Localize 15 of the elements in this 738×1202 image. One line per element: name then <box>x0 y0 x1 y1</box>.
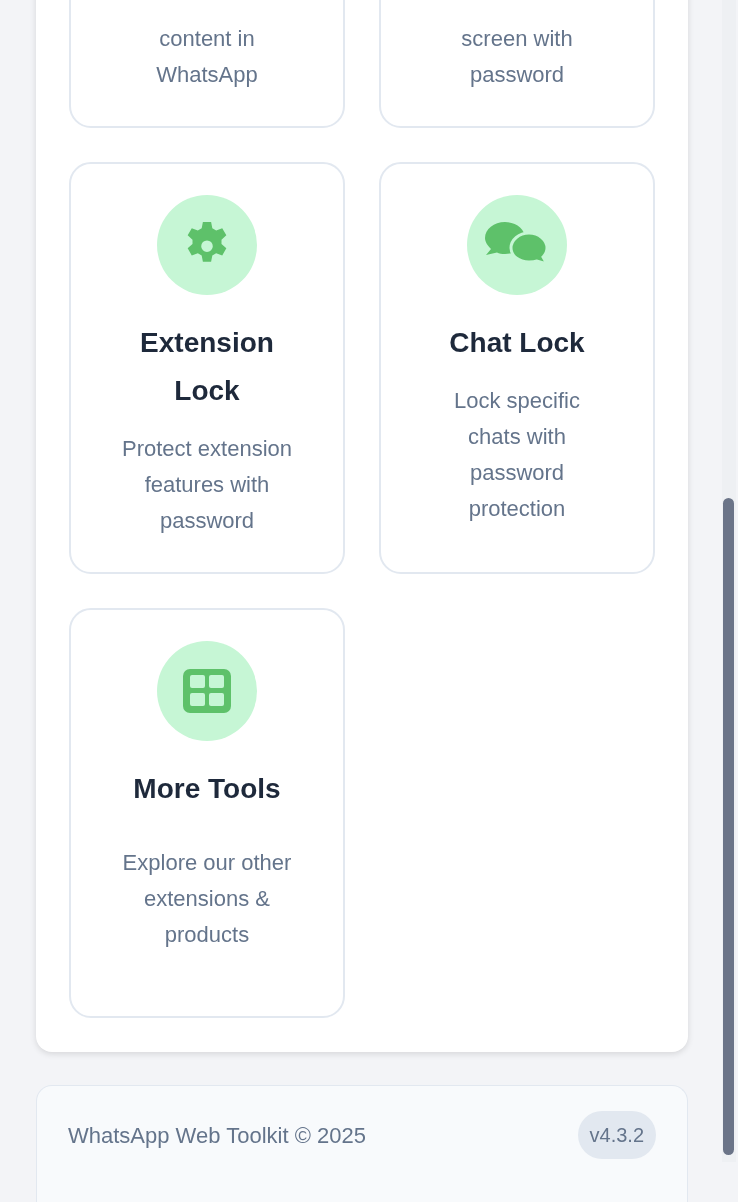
feature-card[interactable]: Extension Lock Protect extension features with password <box>69 162 345 574</box>
card-title: Extension Lock <box>139 326 275 408</box>
feature-card[interactable]: screen with password <box>379 0 655 128</box>
feature-card[interactable]: content in WhatsApp <box>69 0 345 128</box>
card-description: Explore our other extensions & products <box>121 849 293 949</box>
card-title: Chat Lock <box>449 326 585 360</box>
card-description: Protect extension features with password <box>121 435 293 535</box>
feature-card[interactable]: More Tools Explore our other extensions & products <box>69 608 345 1018</box>
card-description: Lock specific chats with password protection <box>453 387 581 523</box>
card-title: More Tools <box>133 772 281 806</box>
card-description: screen with password <box>460 25 574 89</box>
feature-card[interactable]: Chat Lock Lock specific chats with password protection <box>379 162 655 574</box>
version-badge: v4.3.2 <box>577 1111 656 1159</box>
footer-text: WhatsApp Web Toolkit © 2025 <box>68 1121 366 1150</box>
card-description: content in WhatsApp <box>155 25 259 89</box>
